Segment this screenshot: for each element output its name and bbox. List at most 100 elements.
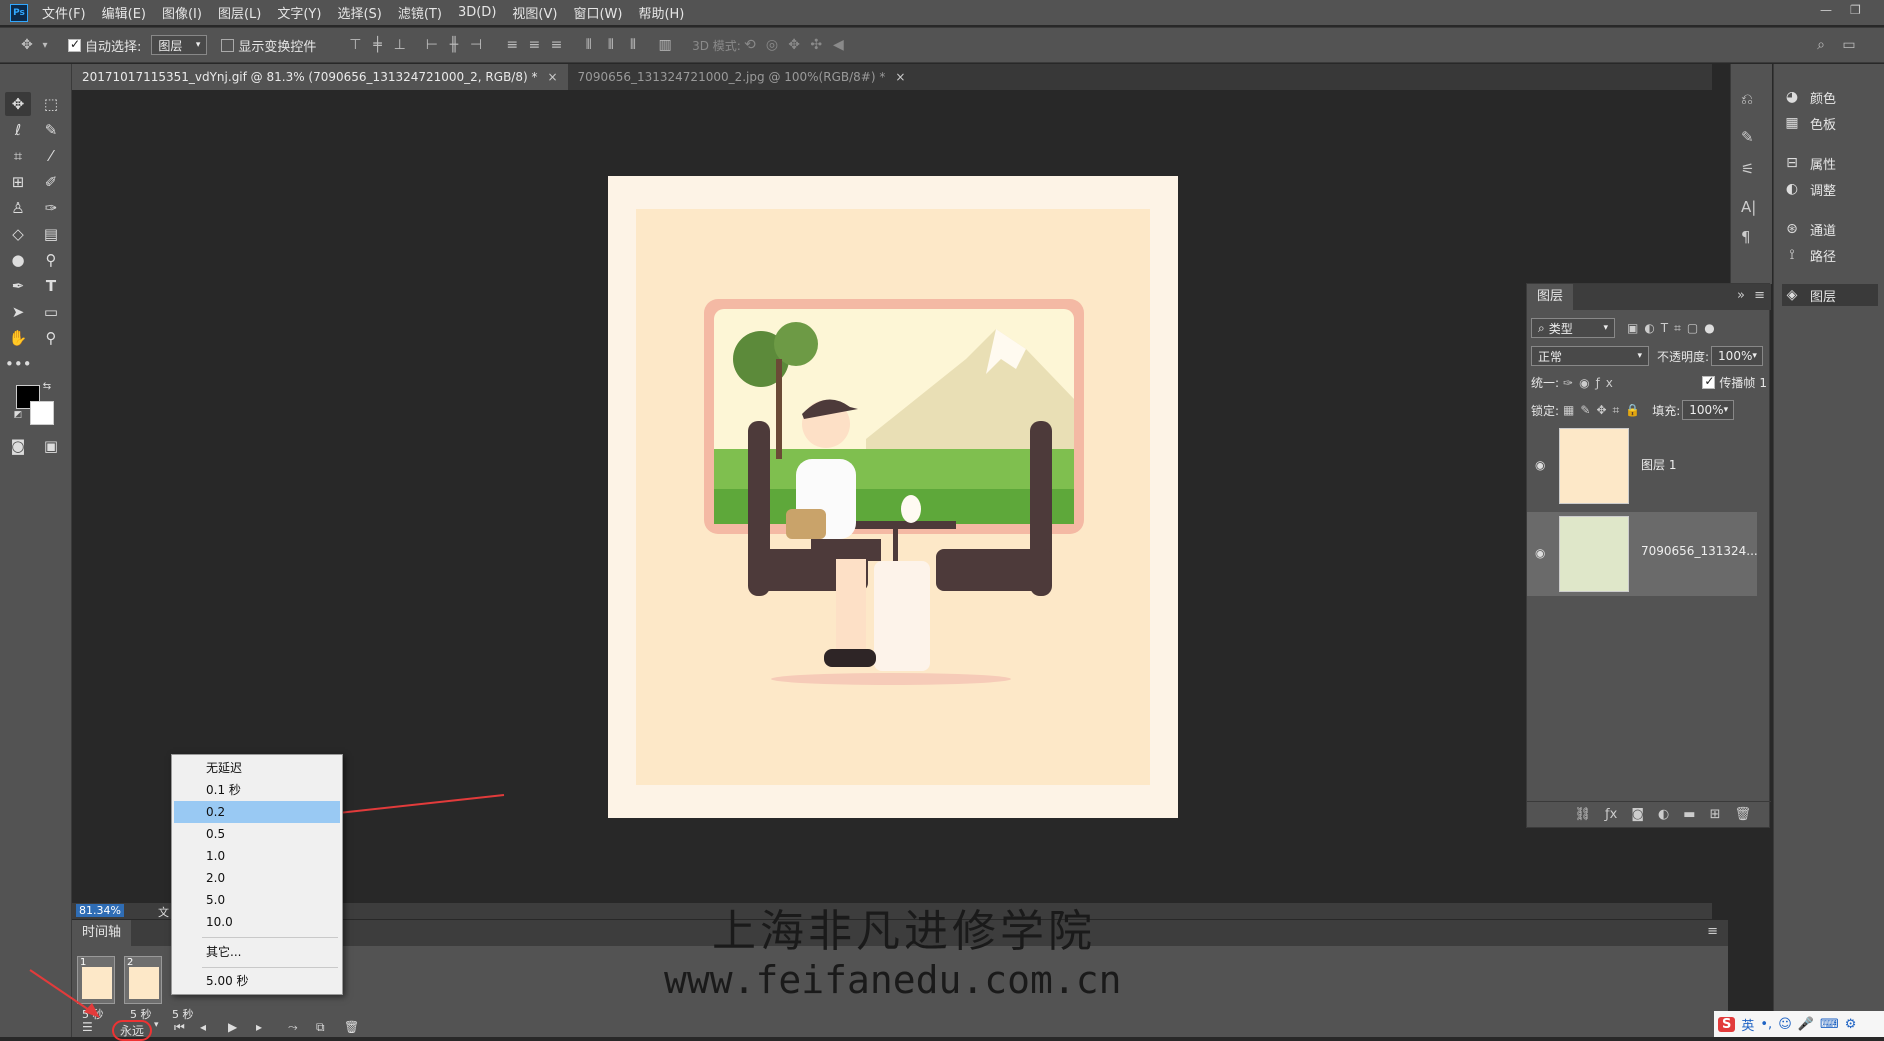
menu-divider xyxy=(202,967,338,968)
unify-label: 统一: xyxy=(1531,376,1560,390)
channels-icon: ⊛ xyxy=(1786,221,1798,237)
collapsed-panel-strip: ⎌ ✎ ⚟ A| ¶ xyxy=(1730,64,1772,284)
paragraph-icon[interactable]: ¶ xyxy=(1741,228,1751,246)
fx-icon[interactable]: ƒx xyxy=(1605,807,1617,822)
panel-paths[interactable]: ⟟ 路径 xyxy=(1782,244,1878,266)
panel-label: 色板 xyxy=(1810,117,1837,133)
ime-logo[interactable]: S xyxy=(1718,1016,1736,1032)
eye-icon[interactable]: ◉ xyxy=(1535,546,1545,560)
right-panel-dock: ◕ 颜色 ▦ 色板 ⊟ 属性 ◐ 调整 ⊛ 通道 ⟟ 路径 ◈ 图层 xyxy=(1773,64,1884,1037)
layer-row-1[interactable]: ◉ 图层 1 xyxy=(1527,424,1757,508)
delay-option-other[interactable]: 其它... xyxy=(174,941,340,963)
fill-input[interactable]: 100% ▾ xyxy=(1682,400,1735,420)
character-icon[interactable]: A| xyxy=(1741,198,1756,216)
ime-toolbar: S 英 •, ☺ 🎤 ⌨ ⚙ xyxy=(1714,1011,1884,1037)
history-icon[interactable]: ⎌ xyxy=(1741,90,1753,108)
blend-row: 正常 ▾ 不透明度: 100% ▾ xyxy=(1531,346,1764,366)
palette-icon: ◕ xyxy=(1785,89,1799,105)
filter-type-select[interactable]: ⌕ 类型 ▾ xyxy=(1531,318,1615,338)
properties-icon: ⊟ xyxy=(1786,155,1798,171)
delay-current-value[interactable]: 5.00 秒 xyxy=(174,970,340,992)
layers-icon: ◈ xyxy=(1786,287,1798,303)
paths-icon: ⟟ xyxy=(1789,247,1795,263)
panel-label: 通道 xyxy=(1810,223,1837,239)
chevron-down-icon: ▾ xyxy=(1637,351,1642,361)
panel-label: 属性 xyxy=(1810,157,1837,173)
layer-name: 7090656_131324... xyxy=(1641,544,1758,558)
opacity-label: 不透明度: xyxy=(1657,349,1710,364)
punctuation-icon[interactable]: •, xyxy=(1760,1017,1772,1032)
new-layer-icon[interactable]: ⊞ xyxy=(1710,807,1721,822)
arrow-to-loop xyxy=(29,969,93,1013)
panel-color[interactable]: ◕ 颜色 xyxy=(1782,86,1878,108)
arrow-head xyxy=(84,1003,100,1018)
arrow-to-option xyxy=(319,794,505,816)
layer-name: 图层 1 xyxy=(1641,458,1677,472)
microphone-icon[interactable]: 🎤 xyxy=(1798,1017,1814,1032)
filter-value: 类型 xyxy=(1548,321,1573,336)
sliders-icon[interactable]: ⚟ xyxy=(1741,160,1754,178)
layers-panel-header: 图层 » ≡ xyxy=(1527,284,1771,310)
delay-option-5-0[interactable]: 5.0 xyxy=(174,889,340,911)
delay-option-none[interactable]: 无延迟 xyxy=(174,757,340,779)
watermark-title: 上海非凡进修学院 xyxy=(712,906,1096,957)
panel-swatches[interactable]: ▦ 色板 xyxy=(1782,112,1878,134)
layers-footer: ⛓ ƒx ◙ ◐ ▬ ⊞ 🗑 xyxy=(1527,801,1771,827)
panel-channels[interactable]: ⊛ 通道 xyxy=(1782,218,1878,240)
layer-row-2[interactable]: ◉ 7090656_131324... xyxy=(1527,512,1758,596)
delay-option-1-0[interactable]: 1.0 xyxy=(174,845,340,867)
panel-label: 图层 xyxy=(1810,289,1837,305)
trash-icon[interactable]: 🗑 xyxy=(1734,807,1751,822)
panel-menu-icon[interactable]: ≡ xyxy=(1754,288,1765,303)
delay-option-0-1[interactable]: 0.1 秒 xyxy=(174,779,340,801)
folder-icon[interactable]: ▬ xyxy=(1683,807,1695,822)
collapse-icon[interactable]: » xyxy=(1737,288,1745,303)
filter-icons[interactable]: ▣◐T⌗▢ xyxy=(1627,321,1704,336)
propagate-label: 传播帧 xyxy=(1719,376,1756,390)
panel-adjustments[interactable]: ◐ 调整 xyxy=(1782,178,1878,200)
grid-icon: ▦ xyxy=(1785,115,1799,131)
panel-properties[interactable]: ⊟ 属性 xyxy=(1782,152,1878,174)
chevron-down-icon: ▾ xyxy=(1723,405,1729,415)
emoji-icon[interactable]: ☺ xyxy=(1778,1017,1792,1032)
fill-value: 100% xyxy=(1689,403,1724,417)
adjust-icon: ◐ xyxy=(1785,181,1799,197)
settings-icon[interactable]: ⚙ xyxy=(1845,1017,1857,1032)
propagate-value: 1 xyxy=(1759,375,1767,390)
watermark-url: www.feifanedu.com.cn xyxy=(664,958,1122,1002)
layer-thumbnail xyxy=(1559,428,1629,504)
mask-icon[interactable]: ◙ xyxy=(1631,807,1644,822)
delay-option-0-5[interactable]: 0.5 xyxy=(174,823,340,845)
ime-language[interactable]: 英 xyxy=(1741,1015,1754,1034)
delay-option-0-2[interactable]: 0.2 xyxy=(174,801,340,823)
eye-icon[interactable]: ◉ xyxy=(1535,458,1545,472)
panel-label: 调整 xyxy=(1810,183,1837,199)
unify-row: 统一: ✑◉ƒx 传播帧 1 xyxy=(1531,374,1767,391)
menu-divider xyxy=(202,937,338,938)
adjustment-layer-icon[interactable]: ◐ xyxy=(1658,807,1669,822)
delay-option-2-0[interactable]: 2.0 xyxy=(174,867,340,889)
layers-panel: 图层 » ≡ ⌕ 类型 ▾ ▣◐T⌗▢ ● 正常 ▾ 不透明度: 100% ▾ 统一: … xyxy=(1526,283,1771,828)
lock-label: 锁定: xyxy=(1531,403,1560,418)
chevron-down-icon: ▾ xyxy=(1752,351,1757,361)
frame-delay-menu: 无延迟 0.1 秒 0.2 0.5 1.0 2.0 5.0 10.0 其它...… xyxy=(171,754,343,995)
panel-layers[interactable]: ◈ 图层 xyxy=(1782,284,1878,306)
keyboard-icon[interactable]: ⌨ xyxy=(1820,1017,1839,1032)
unify-icons[interactable]: ✑◉ƒx xyxy=(1563,376,1619,390)
chevron-down-icon: ▾ xyxy=(1603,323,1608,333)
tab-layers[interactable]: 图层 xyxy=(1527,284,1574,310)
blend-mode-select[interactable]: 正常 ▾ xyxy=(1531,346,1649,366)
opacity-value: 100% xyxy=(1718,349,1753,363)
propagate-checkbox[interactable] xyxy=(1702,374,1716,389)
layer-filter-row: ⌕ 类型 ▾ ▣◐T⌗▢ ● xyxy=(1531,318,1715,338)
layer-thumbnail xyxy=(1559,516,1629,592)
lock-icons[interactable]: ▦✎✥⌗🔒 xyxy=(1563,403,1646,418)
brush-settings-icon[interactable]: ✎ xyxy=(1741,128,1754,146)
panel-label: 路径 xyxy=(1810,249,1837,265)
filter-toggle-icon[interactable]: ● xyxy=(1704,321,1714,335)
opacity-input[interactable]: 100% ▾ xyxy=(1711,346,1764,366)
link-icon[interactable]: ⛓ xyxy=(1575,807,1592,822)
search-icon: ⌕ xyxy=(1538,320,1545,335)
panel-label: 颜色 xyxy=(1810,91,1837,107)
delay-option-10-0[interactable]: 10.0 xyxy=(174,911,340,933)
